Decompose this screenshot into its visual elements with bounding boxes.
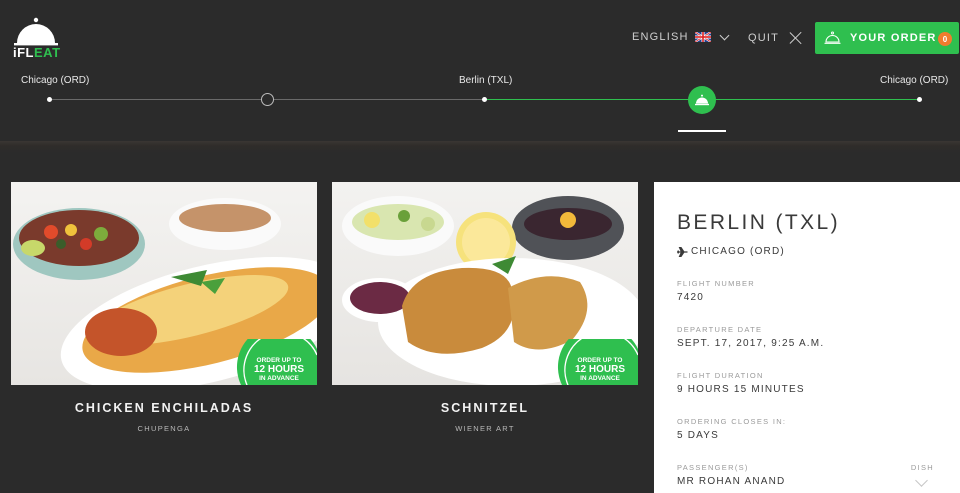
dish-restaurant: CHUPENGA bbox=[137, 424, 191, 433]
dish-card[interactable]: ORDER UP TO 12 HOURS IN ADVANCE CHICKEN … bbox=[11, 182, 317, 433]
active-leg-underline bbox=[678, 130, 726, 132]
flight-info-panel: BERLIN (TXL) CHICAGO (ORD) FLIGHT NUMBER… bbox=[654, 182, 960, 493]
logo-text: iFLEAT bbox=[13, 45, 61, 60]
order-ahead-text: ORDER UP TO 12 HOURS IN ADVANCE bbox=[253, 357, 304, 382]
uk-flag-icon bbox=[694, 32, 711, 42]
route-stop-dot bbox=[482, 97, 487, 102]
flight-number-value: 7420 bbox=[677, 292, 705, 303]
close-icon bbox=[789, 31, 803, 45]
order-ahead-text: ORDER UP TO 12 HOURS IN ADVANCE bbox=[574, 357, 625, 382]
your-order-label: YOUR ORDER bbox=[850, 32, 937, 44]
dish-image-enchiladas[interactable]: ORDER UP TO 12 HOURS IN ADVANCE bbox=[11, 182, 317, 385]
flight-marker-button[interactable] bbox=[688, 86, 716, 114]
dish-column-label: DISH bbox=[910, 463, 934, 472]
passengers-label: PASSENGER(S) bbox=[677, 463, 749, 472]
cloche-icon bbox=[824, 31, 841, 44]
route-origin-label: Chicago (ORD) bbox=[21, 75, 90, 86]
route-destination-label: Chicago (ORD) bbox=[880, 75, 949, 86]
dish-restaurant: WIENER ART bbox=[455, 424, 515, 433]
dish-card[interactable]: ORDER UP TO 12 HOURS IN ADVANCE SCHNITZE… bbox=[332, 182, 638, 433]
route-progress-ring bbox=[261, 93, 274, 106]
flight-origin-title: BERLIN (TXL) bbox=[677, 211, 840, 234]
header: iFLEAT ENGLISH QUIT YOUR ORDER 0 Chicago… bbox=[0, 0, 960, 148]
page: iFLEAT ENGLISH QUIT YOUR ORDER 0 Chicago… bbox=[0, 0, 960, 493]
departure-date-label: DEPARTURE DATE bbox=[677, 325, 763, 334]
passenger-name: MR ROHAN ANAND bbox=[677, 476, 786, 487]
language-selector[interactable]: ENGLISH bbox=[632, 30, 730, 43]
order-count-badge: 0 bbox=[938, 32, 952, 46]
language-label: ENGLISH bbox=[632, 31, 689, 43]
cloche-icon bbox=[695, 94, 709, 106]
dish-dropdown-chevron-icon[interactable] bbox=[915, 474, 928, 487]
flight-duration-value: 9 HOURS 15 MINUTES bbox=[677, 384, 805, 395]
flight-destination-label: CHICAGO (ORD) bbox=[691, 246, 785, 257]
chevron-down-icon bbox=[719, 30, 730, 40]
dish-name: SCHNITZEL bbox=[440, 401, 530, 415]
route-destination-dot bbox=[917, 97, 922, 102]
dish-name: CHICKEN ENCHILADAS bbox=[74, 401, 254, 415]
dish-image-schnitzel[interactable]: ORDER UP TO 12 HOURS IN ADVANCE bbox=[332, 182, 638, 385]
flight-number-label: FLIGHT NUMBER bbox=[677, 279, 756, 288]
flight-destination: CHICAGO (ORD) bbox=[677, 246, 785, 257]
airplane-icon bbox=[677, 246, 688, 257]
route-stop-label: Berlin (TXL) bbox=[459, 75, 513, 86]
quit-button[interactable]: QUIT bbox=[748, 31, 803, 45]
route-origin-dot bbox=[47, 97, 52, 102]
flight-duration-label: FLIGHT DURATION bbox=[677, 371, 764, 380]
your-order-button[interactable]: YOUR ORDER 0 bbox=[815, 22, 959, 54]
ordering-closes-value: 5 DAYS bbox=[677, 430, 720, 441]
header-divider bbox=[0, 141, 960, 153]
quit-label: QUIT bbox=[748, 32, 780, 44]
departure-date-value: SEPT. 17, 2017, 9:25 A.M. bbox=[677, 338, 825, 349]
ordering-closes-label: ORDERING CLOSES IN: bbox=[677, 417, 787, 426]
